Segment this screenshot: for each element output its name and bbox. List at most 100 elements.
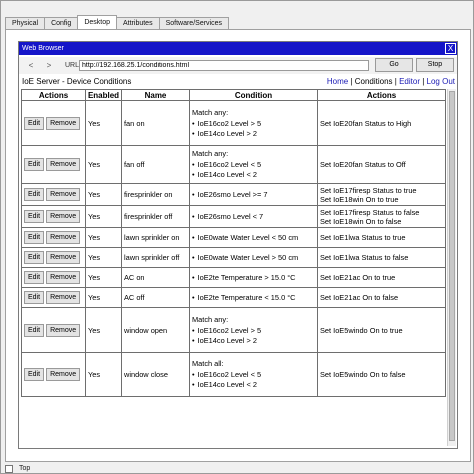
edit-button[interactable]: Edit bbox=[24, 291, 45, 304]
condition-item: IoE14co Level < 2 bbox=[192, 170, 315, 180]
scrollbar-thumb[interactable] bbox=[449, 91, 455, 441]
edit-button[interactable]: Edit bbox=[24, 210, 45, 223]
edit-button[interactable]: Edit bbox=[24, 116, 45, 130]
match-mode: Match any: bbox=[192, 149, 229, 158]
condition-cell: IoE2te Temperature > 15.0 °C bbox=[189, 267, 318, 288]
condition-cell: Match any: IoE16co2 Level > 5IoE14co Leve… bbox=[189, 100, 318, 146]
go-button[interactable]: Go bbox=[375, 58, 413, 72]
editor-link[interactable]: Editor bbox=[399, 77, 420, 86]
result-action: Set IoE20fan Status to Off bbox=[320, 160, 406, 169]
enabled-cell: Yes bbox=[85, 205, 122, 228]
top-checkbox[interactable] bbox=[5, 465, 13, 473]
name-cell: AC off bbox=[121, 287, 190, 308]
row-actions-cell: Edit Remove bbox=[21, 100, 86, 146]
back-button[interactable]: < bbox=[25, 60, 37, 71]
table-row: EditRemoveYeswindow openMatch any:IoE16c… bbox=[21, 307, 446, 353]
browser-close-button[interactable]: X bbox=[445, 43, 456, 54]
remove-button[interactable]: Remove bbox=[46, 116, 81, 130]
result-actions-cell: Set IoE1lwa Status to true bbox=[317, 227, 446, 248]
vertical-scrollbar[interactable] bbox=[447, 89, 456, 446]
name-cell: firesprinkler on bbox=[121, 183, 190, 206]
remove-button[interactable]: Remove bbox=[46, 188, 81, 201]
condition-item: IoE2te Temperature < 15.0 °C bbox=[192, 293, 315, 303]
enabled-cell: Yes bbox=[85, 145, 122, 184]
page-nav-links: Home | Conditions | Editor | Log Out bbox=[327, 77, 455, 86]
remove-button[interactable]: Remove bbox=[46, 291, 81, 304]
result-action: Set IoE17firesp Status to false bbox=[320, 207, 420, 217]
tab-desktop[interactable]: Desktop bbox=[77, 15, 117, 30]
row-actions-cell: Edit Remove bbox=[21, 267, 86, 288]
edit-button[interactable]: Edit bbox=[24, 231, 45, 244]
result-actions-cell: Set IoE17firesp Status to true Set IoE18w… bbox=[317, 183, 446, 206]
edit-button[interactable]: Edit bbox=[24, 368, 45, 381]
web-browser-window: Web Browser X < > URL Go Stop IoE Server… bbox=[18, 41, 458, 449]
remove-button[interactable]: Remove bbox=[46, 368, 81, 381]
remove-button[interactable]: Remove bbox=[46, 323, 81, 337]
result-action: Set IoE21ac On to true bbox=[320, 273, 396, 282]
row-actions-cell: Edit Remove bbox=[21, 183, 86, 206]
condition-item: IoE16co2 Level > 5 bbox=[192, 119, 315, 129]
table-row: EditRemoveYesfiresprinkler offIoE26smo L… bbox=[21, 205, 446, 228]
name-cell: lawn sprinkler off bbox=[121, 247, 190, 268]
condition-cell: Match any: IoE16co2 Level > 5IoE14co Leve… bbox=[189, 307, 318, 353]
table-row: EditRemoveYesAC onIoE2te Temperature > 1… bbox=[21, 267, 446, 288]
condition-item: IoE14co Level > 2 bbox=[192, 129, 315, 139]
stop-button[interactable]: Stop bbox=[416, 58, 454, 72]
url-label: URL bbox=[65, 62, 80, 69]
result-actions-cell: Set IoE21ac On to false bbox=[317, 287, 446, 308]
enabled-cell: Yes bbox=[85, 100, 122, 146]
result-action: Set IoE21ac On to false bbox=[320, 293, 399, 302]
table-row: EditRemoveYeswindow closeMatch all:IoE16… bbox=[21, 352, 446, 397]
condition-cell: Match any: IoE16co2 Level < 5IoE14co Leve… bbox=[189, 145, 318, 184]
remove-button[interactable]: Remove bbox=[46, 271, 81, 284]
result-action: Set IoE5windo On to true bbox=[320, 325, 403, 335]
column-header-name: Name bbox=[121, 89, 190, 101]
result-action: Set IoE1lwa Status to false bbox=[320, 253, 409, 262]
result-action: Set IoE18win On to true bbox=[320, 194, 399, 204]
top-checkbox-label: Top bbox=[19, 465, 31, 472]
page-title: IoE Server - Device Conditions bbox=[22, 77, 132, 86]
condition-cell: IoE0wate Water Level > 50 cm bbox=[189, 247, 318, 268]
table-row: EditRemoveYeslawn sprinkler onIoE0wate W… bbox=[21, 227, 446, 248]
forward-button[interactable]: > bbox=[43, 60, 55, 71]
enabled-cell: Yes bbox=[85, 352, 122, 397]
result-actions-cell: Set IoE1lwa Status to false bbox=[317, 247, 446, 268]
remove-button[interactable]: Remove bbox=[46, 210, 81, 223]
edit-button[interactable]: Edit bbox=[24, 188, 45, 201]
table-row: EditRemoveYesAC offIoE2te Temperature < … bbox=[21, 287, 446, 308]
edit-button[interactable]: Edit bbox=[24, 323, 45, 337]
name-cell: window close bbox=[121, 352, 190, 397]
remove-button[interactable]: Remove bbox=[46, 251, 81, 264]
enabled-cell: Yes bbox=[85, 227, 122, 248]
edit-button[interactable]: Edit bbox=[24, 271, 45, 284]
url-input[interactable] bbox=[79, 60, 369, 71]
result-actions-cell: Set IoE5windo On to true bbox=[317, 307, 446, 353]
result-actions-cell: Set IoE17firesp Status to false Set IoE18… bbox=[317, 205, 446, 228]
enabled-cell: Yes bbox=[85, 247, 122, 268]
condition-list: IoE16co2 Level < 5IoE14co Level < 2 bbox=[192, 160, 315, 180]
condition-list: IoE0wate Water Level < 50 cm bbox=[192, 233, 315, 243]
remove-button[interactable]: Remove bbox=[46, 231, 81, 244]
home-link[interactable]: Home bbox=[327, 77, 348, 86]
row-actions-cell: Edit Remove bbox=[21, 227, 86, 248]
edit-button[interactable]: Edit bbox=[24, 158, 45, 171]
condition-cell: IoE2te Temperature < 15.0 °C bbox=[189, 287, 318, 308]
result-actions-cell: Set IoE20fan Status to High bbox=[317, 100, 446, 146]
conditions-table: Actions Enabled Name Condition Actions E… bbox=[21, 89, 446, 397]
table-header-row: Actions Enabled Name Condition Actions bbox=[21, 89, 446, 101]
edit-button[interactable]: Edit bbox=[24, 251, 45, 264]
condition-list: IoE16co2 Level < 5IoE14co Level < 2 bbox=[192, 370, 315, 390]
conditions-link[interactable]: Conditions bbox=[355, 77, 393, 86]
result-action: Set IoE5windo On to false bbox=[320, 370, 406, 379]
condition-list: IoE2te Temperature < 15.0 °C bbox=[192, 293, 315, 303]
conditions-content: Actions Enabled Name Condition Actions E… bbox=[19, 89, 457, 446]
name-cell: fan on bbox=[121, 100, 190, 146]
condition-list: IoE26smo Level >= 7 bbox=[192, 190, 315, 200]
name-cell: lawn sprinkler on bbox=[121, 227, 190, 248]
column-header-actions: Actions bbox=[21, 89, 86, 101]
condition-list: IoE16co2 Level > 5IoE14co Level > 2 bbox=[192, 326, 315, 346]
condition-list: IoE16co2 Level > 5IoE14co Level > 2 bbox=[192, 119, 315, 139]
logout-link[interactable]: Log Out bbox=[427, 77, 455, 86]
condition-list: IoE26smo Level < 7 bbox=[192, 212, 315, 222]
remove-button[interactable]: Remove bbox=[46, 158, 81, 171]
